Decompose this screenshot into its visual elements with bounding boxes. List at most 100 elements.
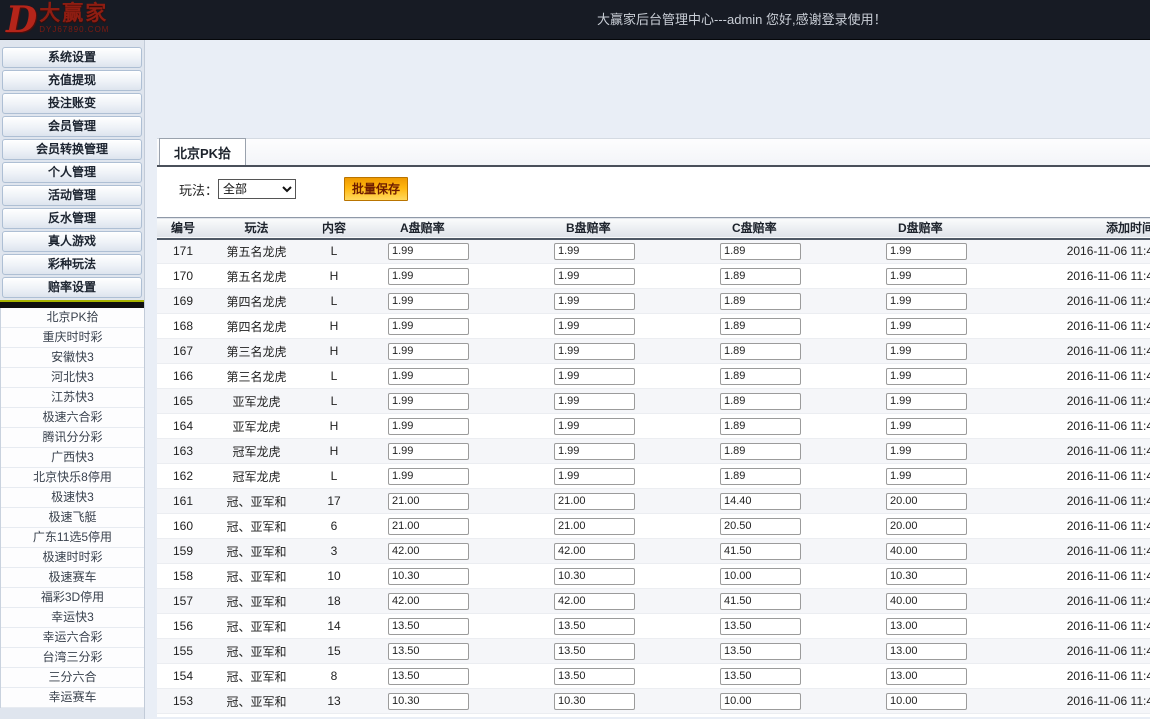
odds-c-input[interactable]	[720, 493, 801, 510]
sidebar-menu-button[interactable]: 投注账变	[2, 93, 142, 114]
odds-c-input[interactable]	[720, 693, 801, 710]
odds-a-input[interactable]	[388, 318, 469, 335]
odds-b-input[interactable]	[554, 368, 635, 385]
odds-d-input[interactable]	[886, 268, 967, 285]
sidebar-lottery-item[interactable]: 三分六合	[1, 668, 144, 688]
odds-c-input[interactable]	[720, 468, 801, 485]
odds-a-input[interactable]	[388, 443, 469, 460]
odds-b-input[interactable]	[554, 693, 635, 710]
odds-c-input[interactable]	[720, 318, 801, 335]
odds-c-input[interactable]	[720, 518, 801, 535]
odds-a-input[interactable]	[388, 693, 469, 710]
odds-c-input[interactable]	[720, 368, 801, 385]
odds-c-input[interactable]	[720, 268, 801, 285]
odds-a-input[interactable]	[388, 293, 469, 310]
sidebar-lottery-item[interactable]: 幸运赛车	[1, 688, 144, 708]
odds-b-input[interactable]	[554, 618, 635, 635]
odds-d-input[interactable]	[886, 293, 967, 310]
odds-a-input[interactable]	[388, 618, 469, 635]
odds-a-input[interactable]	[388, 393, 469, 410]
odds-d-input[interactable]	[886, 668, 967, 685]
odds-a-input[interactable]	[388, 468, 469, 485]
odds-d-input[interactable]	[886, 443, 967, 460]
odds-c-input[interactable]	[720, 443, 801, 460]
odds-d-input[interactable]	[886, 618, 967, 635]
odds-c-input[interactable]	[720, 293, 801, 310]
odds-b-input[interactable]	[554, 668, 635, 685]
odds-c-input[interactable]	[720, 643, 801, 660]
sidebar-lottery-item[interactable]: 广西快3	[1, 448, 144, 468]
odds-d-input[interactable]	[886, 418, 967, 435]
odds-d-input[interactable]	[886, 518, 967, 535]
odds-c-input[interactable]	[720, 618, 801, 635]
odds-c-input[interactable]	[720, 343, 801, 360]
odds-a-input[interactable]	[388, 268, 469, 285]
sidebar-menu-button[interactable]: 个人管理	[2, 162, 142, 183]
odds-d-input[interactable]	[886, 393, 967, 410]
odds-c-input[interactable]	[720, 668, 801, 685]
odds-b-input[interactable]	[554, 468, 635, 485]
sidebar-menu-button[interactable]: 赔率设置	[2, 277, 142, 298]
sidebar-menu-button[interactable]: 会员管理	[2, 116, 142, 137]
odds-a-input[interactable]	[388, 543, 469, 560]
sidebar-lottery-item[interactable]: 极速时时彩	[1, 548, 144, 568]
odds-d-input[interactable]	[886, 468, 967, 485]
sidebar-menu-button[interactable]: 系统设置	[2, 47, 142, 68]
odds-d-input[interactable]	[886, 568, 967, 585]
odds-a-input[interactable]	[388, 593, 469, 610]
odds-a-input[interactable]	[388, 343, 469, 360]
odds-d-input[interactable]	[886, 643, 967, 660]
sidebar-lottery-item[interactable]: 重庆时时彩	[1, 328, 144, 348]
sidebar-lottery-item[interactable]: 安徽快3	[1, 348, 144, 368]
odds-b-input[interactable]	[554, 243, 635, 260]
sidebar-lottery-item[interactable]: 广东11选5停用	[1, 528, 144, 548]
odds-b-input[interactable]	[554, 493, 635, 510]
odds-a-input[interactable]	[388, 418, 469, 435]
odds-b-input[interactable]	[554, 418, 635, 435]
sidebar-lottery-item[interactable]: 江苏快3	[1, 388, 144, 408]
odds-c-input[interactable]	[720, 593, 801, 610]
odds-a-input[interactable]	[388, 568, 469, 585]
odds-c-input[interactable]	[720, 568, 801, 585]
sidebar-menu-button[interactable]: 彩种玩法	[2, 254, 142, 275]
odds-b-input[interactable]	[554, 343, 635, 360]
odds-b-input[interactable]	[554, 543, 635, 560]
odds-d-input[interactable]	[886, 243, 967, 260]
play-type-select[interactable]: 全部	[218, 179, 296, 199]
sidebar-lottery-item[interactable]: 河北快3	[1, 368, 144, 388]
odds-c-input[interactable]	[720, 243, 801, 260]
sidebar-lottery-item[interactable]: 福彩3D停用	[1, 588, 144, 608]
odds-c-input[interactable]	[720, 393, 801, 410]
odds-b-input[interactable]	[554, 393, 635, 410]
sidebar-menu-button[interactable]: 反水管理	[2, 208, 142, 229]
odds-a-input[interactable]	[388, 643, 469, 660]
odds-b-input[interactable]	[554, 568, 635, 585]
sidebar-menu-button[interactable]: 会员转换管理	[2, 139, 142, 160]
sidebar-lottery-item[interactable]: 极速赛车	[1, 568, 144, 588]
sidebar-menu-button[interactable]: 真人游戏	[2, 231, 142, 252]
odds-d-input[interactable]	[886, 693, 967, 710]
sidebar-lottery-item[interactable]: 台湾三分彩	[1, 648, 144, 668]
odds-a-input[interactable]	[388, 243, 469, 260]
odds-b-input[interactable]	[554, 268, 635, 285]
odds-a-input[interactable]	[388, 518, 469, 535]
odds-d-input[interactable]	[886, 543, 967, 560]
odds-b-input[interactable]	[554, 293, 635, 310]
odds-b-input[interactable]	[554, 643, 635, 660]
odds-a-input[interactable]	[388, 668, 469, 685]
sidebar-lottery-item[interactable]: 幸运六合彩	[1, 628, 144, 648]
sidebar-lottery-item[interactable]: 幸运快3	[1, 608, 144, 628]
odds-d-input[interactable]	[886, 343, 967, 360]
sidebar-lottery-item[interactable]: 北京PK拾	[1, 308, 144, 328]
odds-c-input[interactable]	[720, 543, 801, 560]
sidebar-lottery-item[interactable]: 腾讯分分彩	[1, 428, 144, 448]
batch-save-button[interactable]: 批量保存	[344, 177, 408, 201]
sidebar-menu-button[interactable]: 充值提现	[2, 70, 142, 91]
odds-b-input[interactable]	[554, 443, 635, 460]
sidebar-lottery-item[interactable]: 极速飞艇	[1, 508, 144, 528]
odds-d-input[interactable]	[886, 493, 967, 510]
odds-b-input[interactable]	[554, 318, 635, 335]
odds-d-input[interactable]	[886, 318, 967, 335]
odds-b-input[interactable]	[554, 518, 635, 535]
sidebar-menu-button[interactable]: 活动管理	[2, 185, 142, 206]
